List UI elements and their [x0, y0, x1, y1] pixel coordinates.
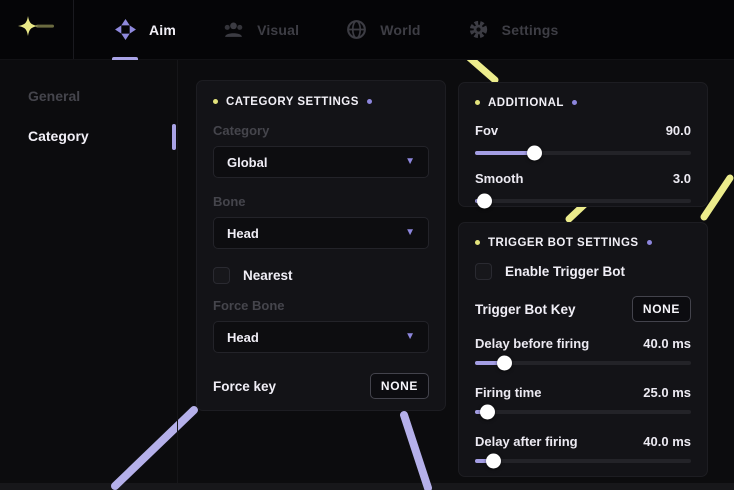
- crosshair-icon: [115, 19, 136, 40]
- sidebar-item-general[interactable]: General: [0, 76, 177, 116]
- trigger-bot-title: TRIGGER BOT SETTINGS: [488, 236, 639, 249]
- delay-after-firing-slider[interactable]: [475, 453, 691, 469]
- tab-aim[interactable]: Aim: [98, 0, 192, 60]
- delay-before-firing-row: Delay before firing 40.0 ms: [475, 336, 691, 351]
- trigger-bot-header: TRIGGER BOT SETTINGS: [475, 235, 691, 250]
- delay-before-firing-label: Delay before firing: [475, 336, 590, 351]
- additional-header: ADDITIONAL: [475, 95, 691, 110]
- smooth-value: 3.0: [672, 171, 691, 186]
- sidebar: General Category: [0, 60, 178, 483]
- yellow-dot-icon: [213, 99, 218, 104]
- nearest-checkbox-label: Nearest: [243, 268, 293, 283]
- delay-before-firing-slider[interactable]: [475, 355, 691, 371]
- smooth-slider-fill: [475, 193, 492, 209]
- cheat-menu-window: Aim Visual World Settings General Catego…: [0, 0, 734, 490]
- tab-world[interactable]: World: [329, 0, 436, 60]
- firing-time-thumb[interactable]: [479, 404, 495, 420]
- purple-dot-icon: [366, 99, 372, 104]
- chevron-down-icon: ▼: [405, 331, 415, 342]
- fov-value: 90.0: [665, 123, 691, 138]
- smooth-slider[interactable]: [475, 193, 691, 209]
- additional-panel: ADDITIONAL Fov 90.0 Smooth 3.0: [458, 82, 708, 209]
- gear-icon: [469, 20, 487, 39]
- active-sidebar-indicator: [172, 124, 176, 150]
- purple-dot-icon: [571, 100, 577, 105]
- category-dropdown-value: Global: [227, 154, 268, 170]
- sidebar-item-category-label: Category: [28, 128, 89, 144]
- tab-settings-label: Settings: [501, 21, 559, 38]
- firing-time-row: Firing time 25.0 ms: [475, 385, 691, 400]
- purple-dot-icon: [646, 240, 652, 245]
- delay-after-firing-label: Delay after firing: [475, 434, 578, 449]
- delay-before-firing-fill: [475, 355, 513, 371]
- top-navigation-bar: Aim Visual World Settings: [0, 0, 734, 60]
- window-bottom-edge: [0, 483, 734, 490]
- trigger-bot-settings-panel: TRIGGER BOT SETTINGS Enable Trigger Bot …: [458, 222, 708, 477]
- delay-before-firing-value: 40.0 ms: [643, 336, 691, 351]
- force-key-button[interactable]: NONE: [369, 373, 429, 399]
- force-key-row: Force key NONE: [213, 373, 429, 399]
- fov-slider-thumb[interactable]: [527, 145, 543, 161]
- force-key-label: Force key: [213, 378, 277, 394]
- chevron-down-icon: ▼: [405, 227, 415, 238]
- smooth-slider-row: Smooth 3.0: [475, 171, 691, 186]
- delay-after-firing-thumb[interactable]: [486, 453, 502, 469]
- category-dropdown[interactable]: Global ▼: [213, 146, 429, 178]
- category-settings-title: CATEGORY SETTINGS: [226, 95, 359, 108]
- category-settings-header: CATEGORY SETTINGS: [213, 94, 429, 109]
- bone-dropdown-value: Head: [227, 225, 259, 241]
- fov-slider-row: Fov 90.0: [475, 123, 691, 138]
- firing-time-value: 25.0 ms: [643, 385, 691, 400]
- sidebar-item-general-label: General: [28, 88, 81, 104]
- bone-dropdown[interactable]: Head ▼: [213, 217, 429, 249]
- delay-before-firing-thumb[interactable]: [497, 355, 513, 371]
- tab-bar: Aim Visual World Settings: [74, 0, 575, 60]
- tab-settings[interactable]: Settings: [451, 0, 575, 60]
- fov-slider-fill: [475, 145, 543, 161]
- tab-visual-label: Visual: [257, 21, 300, 38]
- yellow-dot-icon: [475, 100, 480, 105]
- yellow-dot-icon: [475, 240, 480, 245]
- force-bone-dropdown-value: Head: [227, 329, 259, 345]
- category-field-label: Category: [213, 123, 270, 138]
- trigger-bot-key-row: Trigger Bot Key NONE: [475, 296, 691, 322]
- app-logo: [0, 0, 74, 59]
- fov-slider[interactable]: [475, 145, 691, 161]
- enable-trigger-bot-row[interactable]: Enable Trigger Bot: [475, 263, 691, 280]
- delay-after-firing-fill: [475, 453, 502, 469]
- delay-after-firing-value: 40.0 ms: [643, 434, 691, 449]
- tab-aim-label: Aim: [149, 21, 177, 38]
- active-tab-indicator: [112, 56, 138, 60]
- nearest-checkbox[interactable]: [213, 267, 230, 284]
- sparkle-logo-icon: [17, 15, 54, 36]
- tab-visual[interactable]: Visual: [206, 0, 315, 60]
- firing-time-fill: [475, 404, 495, 420]
- people-icon: [224, 22, 243, 37]
- force-bone-dropdown[interactable]: Head ▼: [213, 321, 429, 353]
- trigger-bot-key-label: Trigger Bot Key: [475, 301, 576, 317]
- firing-time-slider[interactable]: [475, 404, 691, 420]
- trigger-bot-key-button[interactable]: NONE: [631, 296, 691, 322]
- smooth-slider-thumb[interactable]: [476, 193, 492, 209]
- fov-label: Fov: [475, 123, 499, 138]
- category-settings-panel: CATEGORY SETTINGS Category Global ▼ Bone…: [196, 80, 446, 411]
- nearest-checkbox-row[interactable]: Nearest: [213, 267, 429, 284]
- additional-title: ADDITIONAL: [488, 96, 564, 109]
- delay-after-firing-row: Delay after firing 40.0 ms: [475, 434, 691, 449]
- enable-trigger-bot-checkbox[interactable]: [475, 263, 492, 280]
- chevron-down-icon: ▼: [405, 156, 415, 167]
- enable-trigger-bot-label: Enable Trigger Bot: [505, 264, 626, 279]
- sidebar-item-category[interactable]: Category: [0, 116, 177, 156]
- firing-time-label: Firing time: [475, 385, 542, 400]
- bone-field-label: Bone: [213, 194, 246, 209]
- smooth-label: Smooth: [475, 171, 524, 186]
- force-bone-field-label: Force Bone: [213, 298, 285, 313]
- tab-world-label: World: [380, 21, 421, 38]
- globe-icon: [347, 20, 367, 39]
